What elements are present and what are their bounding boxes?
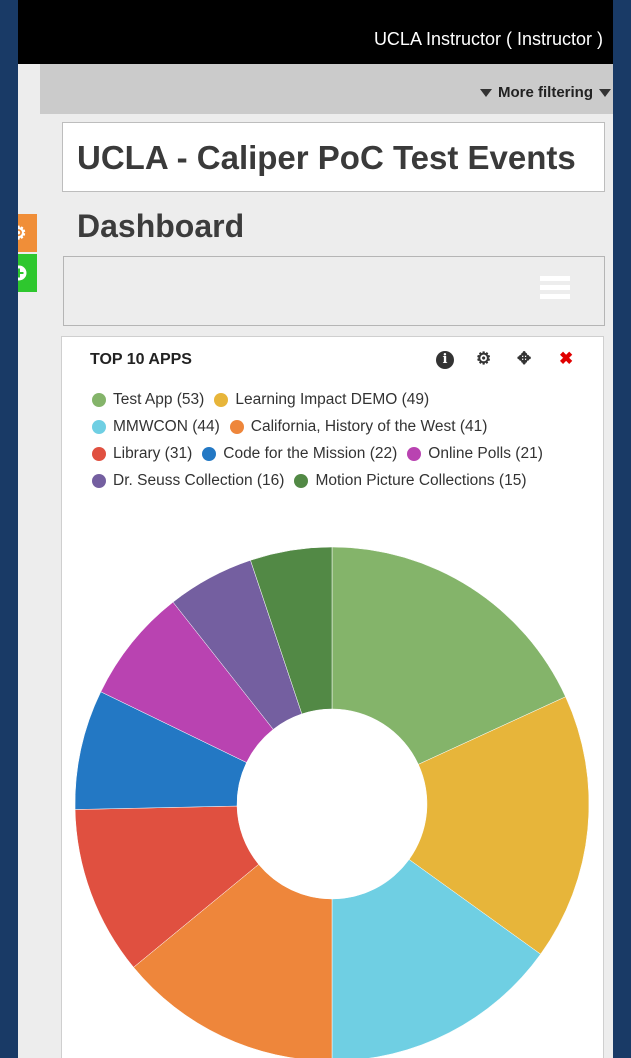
gear-icon: ⚙ [18,222,27,243]
page-title: Dashboard [77,208,245,244]
user-menu[interactable]: UCLA Instructor ( Instructor ) [374,29,603,50]
donut-chart [74,546,590,1058]
settings-button[interactable]: ⚙ [18,214,37,252]
caret-down-icon [479,88,492,97]
top-apps-widget: TOP 10 APPS i ⚙ ✥ ✖ Test App (53) Learnin… [61,336,604,1058]
course-title: UCLA - Caliper PoC Test Events [77,139,576,176]
plus-circle-icon [18,265,26,281]
menu-icon[interactable] [540,276,570,300]
top-bar: UCLA Instructor ( Instructor ) [18,0,613,64]
add-widget-button[interactable] [18,254,37,292]
dashboard-toolbar [63,256,605,326]
app-frame: UCLA Instructor ( Instructor ) More filt… [18,0,613,1058]
filter-bar: More filtering [40,64,613,114]
course-title-box: UCLA - Caliper PoC Test Events [62,122,605,192]
caret-down-icon [599,88,611,97]
more-filtering-label: More filtering [497,84,593,101]
more-filtering-toggle[interactable]: More filtering [479,84,611,101]
